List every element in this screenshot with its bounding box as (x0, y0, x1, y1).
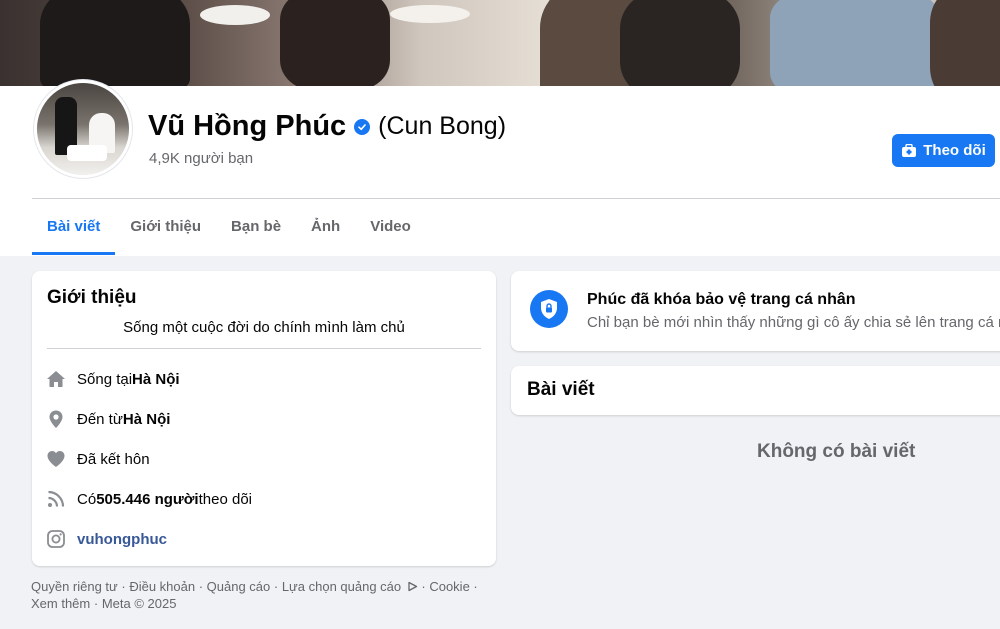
shield-lock-icon (530, 290, 568, 328)
profile-tabs: Bài viết Giới thiệu Bạn bè Ảnh Video (32, 199, 426, 255)
info-relationship: Đã kết hôn (46, 449, 150, 469)
heart-icon (46, 449, 66, 469)
tab-photos[interactable]: Ảnh (296, 199, 355, 255)
footer-adchoices-link[interactable]: Lựa chọn quảng cáo (282, 579, 401, 594)
profile-name-row: Vũ Hồng Phúc (Cun Bong) (148, 110, 506, 143)
tab-video[interactable]: Video (355, 199, 426, 255)
tab-friends[interactable]: Bạn bè (216, 199, 296, 255)
tab-about[interactable]: Giới thiệu (115, 199, 216, 255)
profile-nickname: (Cun Bong) (378, 112, 507, 140)
info-followers: Có 505.446 người theo dõi (46, 489, 252, 509)
intro-divider (47, 348, 481, 349)
info-instagram: vuhongphuc (46, 529, 167, 549)
friends-count[interactable]: 4,9K người bạn (149, 150, 253, 167)
ad-choices-icon (408, 581, 417, 592)
bio-text: Sống một cuộc đời do chính mình làm chủ (123, 319, 405, 336)
info-from: Đến từ Hà Nội (46, 409, 170, 429)
follow-button[interactable]: Theo dõi (892, 134, 995, 167)
posts-card: Bài viết (511, 366, 1000, 415)
tab-posts[interactable]: Bài viết (32, 199, 116, 255)
home-icon (46, 369, 66, 389)
instagram-link[interactable]: vuhongphuc (77, 531, 167, 548)
locked-description: Chỉ bạn bè mới nhìn thấy những gì cô ấy … (587, 314, 1000, 331)
follow-label: Theo dõi (923, 142, 986, 159)
rss-icon (46, 489, 66, 509)
cover-photo[interactable] (0, 0, 1000, 86)
locked-profile-card: Phúc đã khóa bảo vệ trang cá nhân Chỉ bạ… (511, 271, 1000, 351)
location-pin-icon (46, 409, 66, 429)
footer-cookie-link[interactable]: Cookie (429, 579, 469, 594)
footer-terms-link[interactable]: Điều khoản (129, 579, 195, 594)
intro-card: Giới thiệu Sống một cuộc đời do chính mì… (32, 271, 496, 566)
footer-meta-copyright: Meta © 2025 (101, 596, 177, 611)
verified-badge-icon (354, 118, 371, 135)
follow-icon (902, 143, 917, 157)
footer-links: Quyền riêng tư · Điều khoản · Quảng cáo … (31, 579, 478, 611)
intro-title: Giới thiệu (47, 287, 137, 308)
footer-more-link[interactable]: Xem thêm (31, 596, 90, 611)
profile-name: Vũ Hồng Phúc (148, 110, 347, 142)
locked-title: Phúc đã khóa bảo vệ trang cá nhân (587, 291, 856, 308)
footer-ads-link[interactable]: Quảng cáo (207, 579, 271, 594)
avatar[interactable] (34, 80, 132, 178)
instagram-icon (46, 529, 66, 549)
no-posts-message: Không có bài viết (757, 441, 916, 462)
posts-title: Bài viết (527, 379, 595, 400)
footer-privacy-link[interactable]: Quyền riêng tư (31, 579, 118, 594)
info-lives-in: Sống tại Hà Nội (46, 369, 180, 389)
